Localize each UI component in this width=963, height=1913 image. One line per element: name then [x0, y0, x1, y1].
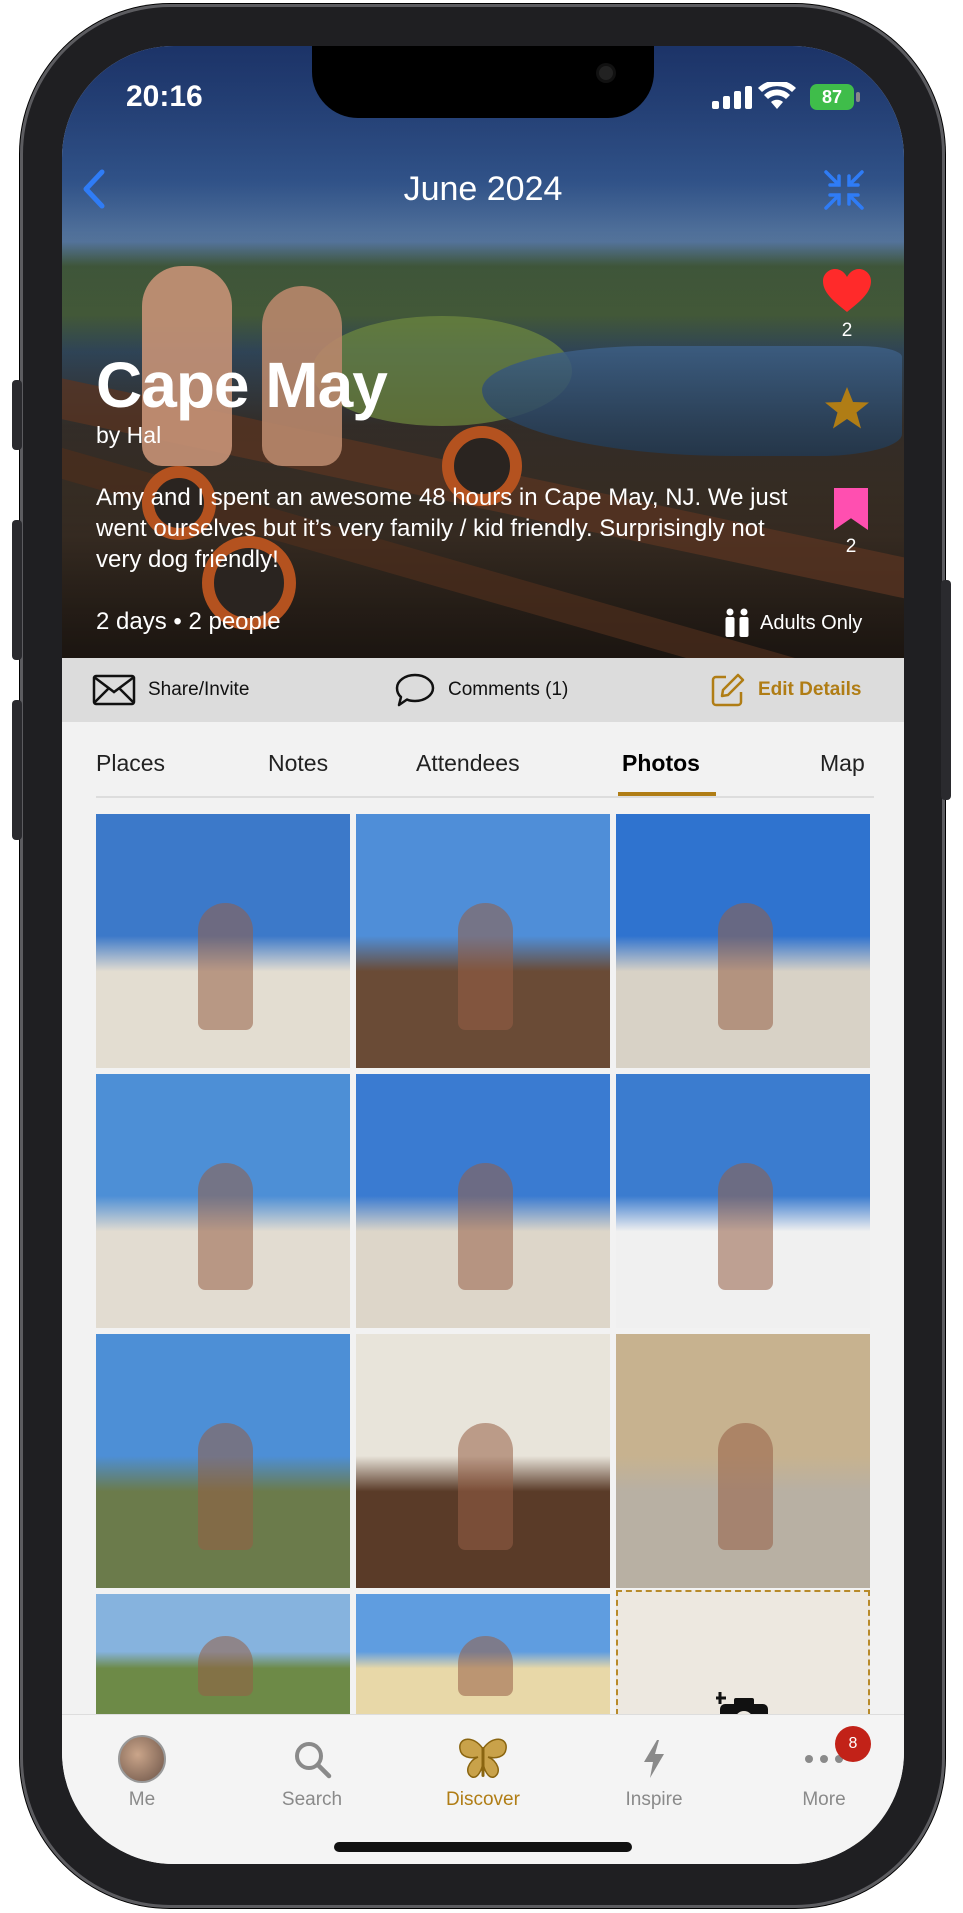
tab-inspire[interactable]: Inspire	[579, 1733, 729, 1811]
photo-thumbnail[interactable]	[96, 1334, 350, 1588]
photo-subject	[457, 1162, 514, 1290]
photo-subject	[197, 1422, 254, 1550]
more-badge: 8	[835, 1726, 871, 1762]
tab-places[interactable]: Places	[96, 750, 165, 777]
audience-label: Adults Only	[760, 611, 863, 634]
status-time: 20:16	[126, 80, 203, 113]
photo-thumbnail[interactable]	[356, 1334, 610, 1588]
photo-subject	[197, 902, 254, 1030]
tab-discover-label: Discover	[446, 1789, 520, 1810]
camera	[599, 66, 613, 80]
photo-thumbnail[interactable]	[616, 1074, 870, 1328]
trip-meta: 2 days • 2 people	[96, 608, 281, 635]
segment-tabs: Places Notes Attendees Photos Map	[96, 722, 874, 798]
butterfly-icon	[459, 1738, 507, 1778]
photo-subject	[197, 1636, 254, 1696]
edit-details-button[interactable]: Edit Details	[710, 658, 861, 722]
page-title: June 2024	[403, 170, 563, 208]
phone-side-button	[12, 380, 22, 450]
phone-volume-up	[12, 520, 22, 660]
bookmark-icon[interactable]	[834, 488, 868, 530]
lightning-icon	[644, 1740, 664, 1778]
wifi-icon	[758, 82, 796, 109]
edit-icon	[711, 673, 745, 707]
comment-icon	[395, 673, 435, 707]
photo-subject	[457, 1636, 514, 1696]
photo-subject	[457, 902, 514, 1030]
photo-subject	[457, 1422, 514, 1550]
photo-subject	[717, 1162, 774, 1290]
photo-thumbnail[interactable]	[96, 1594, 350, 1714]
edit-label: Edit Details	[758, 679, 862, 700]
photo-subject	[197, 1162, 254, 1290]
photo-subject	[717, 902, 774, 1030]
search-icon	[295, 1742, 332, 1779]
battery-icon: 87	[810, 84, 860, 110]
adults-icon	[725, 608, 749, 637]
share-button[interactable]: Share/Invite	[92, 658, 249, 722]
avatar	[118, 1735, 166, 1783]
tab-more[interactable]: More	[749, 1733, 899, 1811]
phone-power-button	[941, 580, 951, 800]
tab-map[interactable]: Map	[820, 750, 865, 777]
tab-search-label: Search	[281, 1789, 343, 1810]
tab-me-label: Me	[128, 1789, 156, 1810]
tab-me[interactable]: Me	[67, 1733, 217, 1811]
star-icon[interactable]	[824, 386, 870, 430]
hero-banner: 20:16 87 June 2024 2 2 Cape May by Hal A…	[62, 46, 904, 658]
comments-button[interactable]: Comments (1)	[394, 658, 568, 722]
trip-name: Cape May	[96, 349, 388, 421]
mail-icon	[92, 674, 136, 706]
photo-thumbnail[interactable]	[356, 1594, 610, 1714]
photo-thumbnail[interactable]	[616, 814, 870, 1068]
likes-count: 2	[841, 320, 853, 341]
trip-author: by Hal	[96, 422, 162, 448]
tab-search[interactable]: Search	[237, 1733, 387, 1811]
notch	[312, 46, 654, 118]
collapse-icon[interactable]	[822, 168, 866, 212]
audience-badge: Adults Only	[724, 608, 862, 638]
tab-photos[interactable]: Photos	[622, 750, 700, 777]
active-tab-indicator	[618, 792, 716, 796]
photo-thumbnail[interactable]	[356, 1074, 610, 1328]
comments-label: Comments (1)	[448, 679, 569, 700]
action-bar: Share/Invite Comments (1) Edit Details	[62, 658, 904, 722]
trip-description: Amy and I spent an awesome 48 hours in C…	[96, 484, 788, 573]
signal-icon	[712, 86, 752, 109]
photo-subject	[717, 1422, 774, 1550]
photo-thumbnail[interactable]	[96, 1074, 350, 1328]
tab-more-label: More	[802, 1789, 846, 1810]
share-label: Share/Invite	[148, 679, 250, 700]
home-indicator	[334, 1842, 632, 1852]
photo-thumbnail[interactable]	[356, 814, 610, 1068]
saves-count: 2	[845, 536, 857, 557]
more-dots-icon	[805, 1755, 843, 1763]
tab-inspire-label: Inspire	[625, 1789, 683, 1810]
tab-discover[interactable]: Discover	[408, 1733, 558, 1811]
tab-notes[interactable]: Notes	[268, 750, 328, 777]
heart-icon[interactable]	[822, 268, 872, 314]
photo-thumbnail[interactable]	[616, 1334, 870, 1588]
phone-volume-down	[12, 700, 22, 840]
tab-attendees[interactable]: Attendees	[416, 750, 520, 777]
screen: 20:16 87 June 2024 2 2 Cape May by Hal A…	[62, 46, 904, 1864]
photo-thumbnail[interactable]	[96, 814, 350, 1068]
